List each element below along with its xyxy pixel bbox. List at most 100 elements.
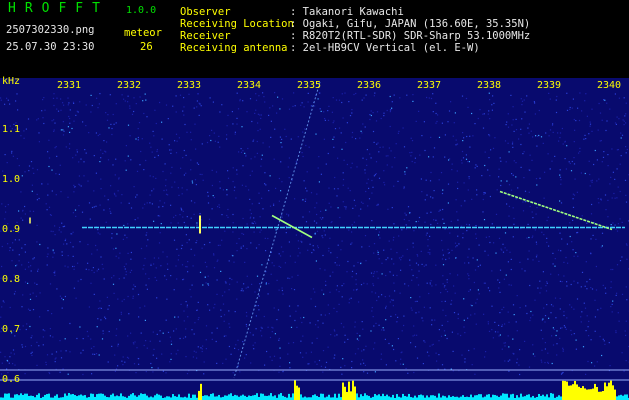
noise-speck <box>250 242 252 244</box>
power-bar-column <box>552 393 554 400</box>
noise-speck <box>285 232 287 234</box>
noise-speck <box>379 237 381 239</box>
noise-speck <box>457 333 459 335</box>
noise-speck <box>328 313 330 315</box>
noise-speck <box>241 232 243 235</box>
noise-speck <box>143 344 145 347</box>
noise-speck <box>428 355 430 357</box>
noise-speck <box>49 328 51 330</box>
noise-speck <box>469 289 471 291</box>
noise-speck <box>206 141 209 144</box>
noise-speck <box>228 310 230 312</box>
noise-speck <box>589 125 591 127</box>
noise-speck <box>515 129 518 131</box>
noise-speck <box>606 225 608 227</box>
noise-speck <box>149 175 151 177</box>
noise-speck <box>53 252 55 254</box>
noise-speck <box>504 232 507 234</box>
noise-speck <box>320 365 322 367</box>
noise-speck <box>576 298 579 300</box>
noise-speck <box>273 307 275 309</box>
noise-speck <box>124 234 126 236</box>
noise-speck <box>280 246 283 248</box>
noise-speck <box>460 205 462 207</box>
noise-speck <box>467 189 469 191</box>
noise-speck <box>351 231 353 233</box>
noise-speck <box>167 331 170 333</box>
noise-speck <box>520 143 522 146</box>
noise-speck <box>69 117 71 120</box>
power-bar-column <box>408 393 410 400</box>
noise-speck <box>378 177 381 179</box>
power-bar-column <box>160 395 162 400</box>
noise-speck <box>227 114 229 116</box>
noise-speck <box>106 296 108 298</box>
noise-speck <box>232 123 234 125</box>
power-bar-column <box>532 395 534 400</box>
noise-speck <box>209 135 211 137</box>
noise-speck <box>9 103 11 105</box>
noise-speck <box>90 282 92 284</box>
noise-speck <box>300 104 302 106</box>
noise-speck <box>333 146 335 148</box>
noise-speck <box>484 151 486 153</box>
noise-speck <box>333 188 336 190</box>
noise-speck <box>202 345 204 347</box>
noise-speck <box>252 140 254 142</box>
noise-speck <box>67 266 69 268</box>
power-bar-column <box>98 393 100 400</box>
noise-speck <box>569 235 571 238</box>
noise-speck <box>515 176 517 178</box>
noise-speck <box>503 342 505 344</box>
noise-speck <box>132 295 134 297</box>
noise-speck <box>457 219 459 221</box>
noise-speck <box>534 299 536 301</box>
noise-speck <box>465 97 468 100</box>
noise-speck <box>319 108 321 110</box>
noise-speck <box>31 351 33 353</box>
noise-speck <box>159 232 161 234</box>
noise-speck <box>269 205 272 207</box>
noise-speck <box>79 241 81 243</box>
noise-speck <box>447 320 449 323</box>
noise-speck <box>558 140 560 142</box>
noise-speck <box>58 229 60 231</box>
noise-speck <box>279 347 281 349</box>
power-bar-column <box>560 396 562 400</box>
noise-speck <box>11 260 13 262</box>
noise-speck <box>162 170 164 173</box>
noise-speck <box>260 229 262 231</box>
noise-speck <box>81 211 84 213</box>
noise-speck <box>39 292 41 294</box>
noise-speck <box>280 142 282 144</box>
noise-speck <box>544 171 546 173</box>
noise-speck <box>511 143 514 145</box>
noise-speck <box>366 164 368 166</box>
noise-speck <box>536 184 538 186</box>
noise-speck <box>524 340 526 342</box>
noise-speck <box>320 314 322 316</box>
noise-speck <box>447 183 450 185</box>
noise-speck <box>363 97 365 99</box>
noise-speck <box>548 317 550 319</box>
noise-speck <box>138 122 141 124</box>
noise-speck <box>333 307 335 309</box>
noise-speck <box>589 173 591 176</box>
noise-speck <box>442 218 444 220</box>
noise-speck <box>566 243 568 245</box>
noise-speck <box>247 286 249 288</box>
receiver-label: Receiver <box>180 30 231 42</box>
noise-speck <box>591 179 593 181</box>
noise-speck <box>461 95 464 97</box>
noise-speck <box>575 252 577 254</box>
power-bar-column <box>146 395 148 400</box>
noise-speck <box>95 172 97 174</box>
noise-speck <box>519 307 521 309</box>
noise-speck <box>334 176 336 179</box>
noise-speck <box>560 183 562 185</box>
noise-speck <box>24 373 26 375</box>
noise-speck <box>537 287 539 289</box>
noise-speck <box>197 93 199 95</box>
power-bar-column <box>268 395 270 400</box>
power-bar-column <box>352 380 354 400</box>
